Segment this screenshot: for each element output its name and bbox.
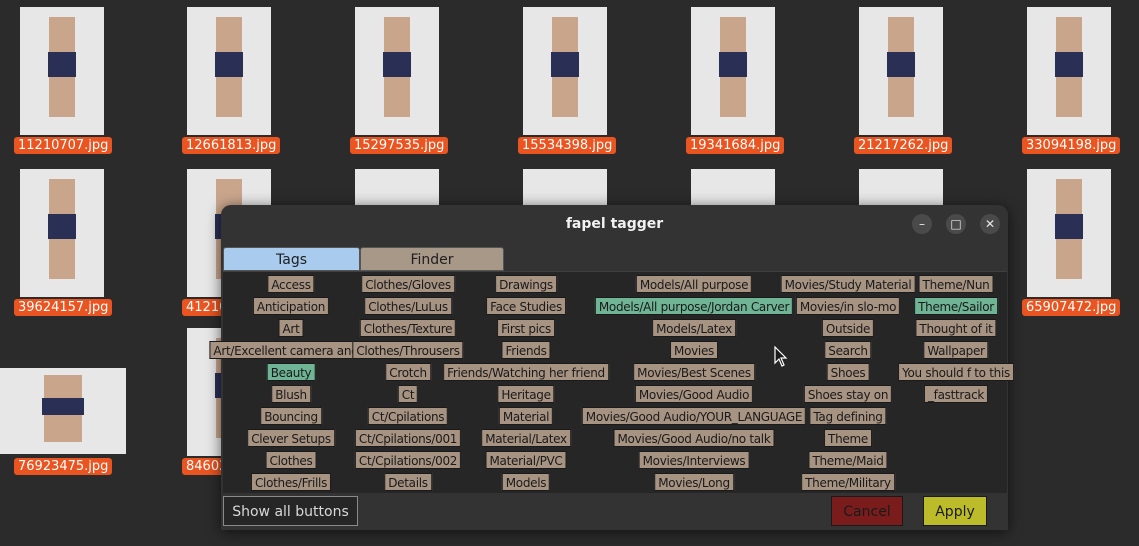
file-thumbnail[interactable] bbox=[859, 7, 943, 135]
tag-button[interactable]: Theme/Maid bbox=[808, 451, 888, 469]
tag-button[interactable]: Wallpaper bbox=[923, 341, 989, 359]
apply-button[interactable]: Apply bbox=[923, 496, 987, 526]
tags-panel: Access Anticipation Art Art/Excellent camer… bbox=[209, 271, 1014, 493]
file-name-label[interactable]: 15297535.jpg bbox=[350, 137, 449, 154]
file-name-label[interactable]: 21217262.jpg bbox=[854, 137, 953, 154]
tag-button[interactable]: Movies bbox=[670, 341, 718, 359]
file-name-label[interactable]: 33094198.jpg bbox=[1022, 137, 1121, 154]
tag-button[interactable]: Crotch bbox=[385, 363, 431, 381]
tag-button[interactable]: Ct/Cpilations/002 bbox=[354, 451, 462, 469]
file-thumbnail[interactable] bbox=[1027, 169, 1111, 297]
tag-button[interactable]: Ct bbox=[397, 385, 419, 403]
tag-button[interactable]: Movies/Study Material bbox=[780, 275, 916, 293]
tag-button[interactable]: Access bbox=[267, 275, 315, 293]
file-name-label[interactable]: 15534398.jpg bbox=[518, 137, 617, 154]
tag-button[interactable]: Clever Setups bbox=[247, 429, 335, 447]
tag-button[interactable]: Bouncing bbox=[260, 407, 322, 425]
file-thumbnail[interactable] bbox=[523, 7, 607, 135]
tag-button[interactable]: Movies/in slo-mo bbox=[795, 297, 901, 315]
tag-button[interactable]: Shoes stay on bbox=[803, 385, 893, 403]
dialog-title: fapel tagger bbox=[565, 216, 664, 232]
tab-finder[interactable]: Finder bbox=[360, 247, 504, 271]
tag-button[interactable]: Movies/Good Audio/no talk bbox=[613, 429, 775, 447]
tag-button[interactable]: Shoes bbox=[826, 363, 870, 381]
tag-button[interactable]: Details bbox=[384, 473, 432, 491]
tag-button[interactable]: Models/All purpose/Jordan Carver bbox=[594, 297, 794, 315]
tag-button[interactable]: Blush bbox=[271, 385, 311, 403]
file-name-label[interactable]: 19341684.jpg bbox=[686, 137, 785, 154]
tag-button[interactable]: Beauty bbox=[266, 363, 316, 381]
file-thumbnail[interactable] bbox=[187, 7, 271, 135]
file-thumbnail[interactable] bbox=[355, 169, 439, 209]
tag-button[interactable]: Ct/Cpilations/001 bbox=[354, 429, 462, 447]
tag-button[interactable]: Heritage bbox=[497, 385, 555, 403]
tag-button[interactable]: Face Studies bbox=[486, 297, 566, 315]
file-name-label[interactable]: 76923475.jpg bbox=[14, 458, 113, 475]
tag-button[interactable]: Material/Latex bbox=[481, 429, 571, 447]
tag-button[interactable]: Theme/Military bbox=[801, 473, 895, 491]
maximize-button[interactable]: □ bbox=[946, 214, 966, 234]
tag-button[interactable]: Clothes/Gloves bbox=[361, 275, 455, 293]
file-thumbnail[interactable] bbox=[1027, 7, 1111, 135]
tag-button[interactable]: Clothes/LuLus bbox=[364, 297, 452, 315]
tag-button[interactable]: Theme/Nun bbox=[918, 275, 994, 293]
show-all-buttons-button[interactable]: Show all buttons bbox=[223, 496, 358, 526]
tag-button[interactable]: Ct/Cpilations bbox=[367, 407, 449, 425]
tag-button[interactable]: Models/All purpose bbox=[635, 275, 753, 293]
file-name-label[interactable]: 39624157.jpg bbox=[14, 299, 113, 316]
file-thumbnail[interactable] bbox=[523, 169, 607, 209]
tag-button[interactable]: Theme bbox=[824, 429, 872, 447]
tag-button[interactable]: Art/Excellent camera angle bbox=[209, 341, 373, 359]
tag-button[interactable]: _fasttrack bbox=[923, 385, 989, 403]
tag-button[interactable]: Tag defining bbox=[809, 407, 887, 425]
tag-button[interactable]: Models bbox=[501, 473, 551, 491]
title-bar[interactable]: fapel tagger – □ ✕ bbox=[221, 205, 1008, 243]
tag-button[interactable]: Friends bbox=[501, 341, 551, 359]
file-thumbnail[interactable] bbox=[859, 169, 943, 209]
tag-button[interactable]: Art bbox=[278, 319, 304, 337]
file-thumbnail[interactable] bbox=[355, 7, 439, 135]
tag-button[interactable]: Clothes/Frills bbox=[250, 473, 332, 491]
tag-button[interactable]: Theme/Sailor bbox=[914, 297, 998, 315]
file-name-label[interactable]: 65907472.jpg bbox=[1022, 299, 1121, 316]
minimize-button[interactable]: – bbox=[912, 214, 932, 234]
file-thumbnail[interactable] bbox=[691, 7, 775, 135]
file-thumbnail[interactable] bbox=[0, 368, 126, 454]
file-name-label[interactable]: 12661813.jpg bbox=[182, 137, 281, 154]
tag-button[interactable]: Models/Latex bbox=[652, 319, 736, 337]
close-button[interactable]: ✕ bbox=[980, 214, 1000, 234]
tag-button[interactable]: Friends/Watching her friend bbox=[443, 363, 609, 381]
tag-button[interactable]: Thought of it bbox=[915, 319, 997, 337]
tagger-dialog: fapel tagger – □ ✕ Tags Finder Access Ant… bbox=[209, 205, 1014, 530]
file-name-label[interactable]: 11210707.jpg bbox=[14, 137, 113, 154]
tag-button[interactable]: Clothes/Texture bbox=[359, 319, 457, 337]
tag-button[interactable]: Movies/Best Scenes bbox=[633, 363, 755, 381]
tag-button[interactable]: Outside bbox=[821, 319, 875, 337]
tag-button[interactable]: Search bbox=[824, 341, 872, 359]
tag-button[interactable]: Anticipation bbox=[252, 297, 330, 315]
tag-button[interactable]: First pics bbox=[497, 319, 555, 337]
mouse-cursor-icon bbox=[774, 346, 788, 367]
cancel-button[interactable]: Cancel bbox=[831, 496, 903, 526]
tag-button[interactable]: Clothes/Throusers bbox=[352, 341, 464, 359]
file-thumbnail[interactable] bbox=[20, 7, 104, 135]
file-thumbnail[interactable] bbox=[691, 169, 775, 209]
tag-button[interactable]: Material/PVC bbox=[485, 451, 567, 469]
tag-button[interactable]: Movies/Interviews bbox=[638, 451, 750, 469]
tag-button[interactable]: You should f to this bbox=[898, 363, 1014, 381]
tag-button[interactable]: Clothes bbox=[265, 451, 317, 469]
file-thumbnail[interactable] bbox=[20, 169, 104, 297]
tab-tags[interactable]: Tags bbox=[223, 247, 360, 271]
tag-button[interactable]: Material bbox=[498, 407, 554, 425]
tag-button[interactable]: Drawings bbox=[495, 275, 557, 293]
tag-button[interactable]: Movies/Good Audio bbox=[634, 385, 754, 403]
tag-button[interactable]: Movies/Long bbox=[654, 473, 734, 491]
tag-button[interactable]: Movies/Good Audio/YOUR_LANGUAGE bbox=[581, 407, 807, 425]
